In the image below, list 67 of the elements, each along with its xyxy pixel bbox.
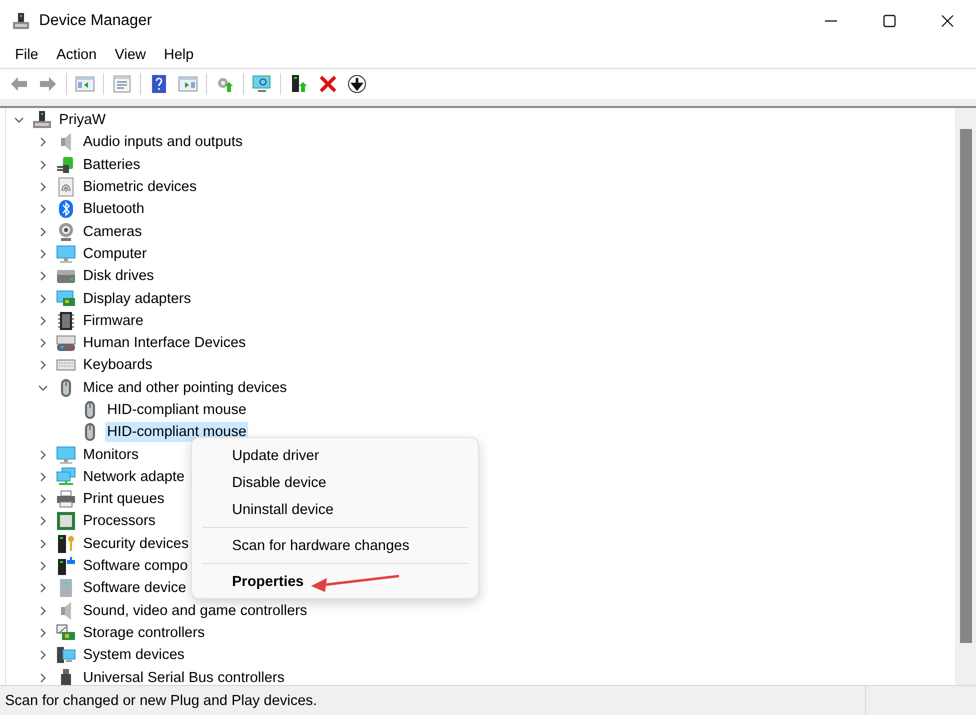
menu-item[interactable]: Help [154,47,203,63]
printer-icon [56,489,76,510]
tree-item[interactable]: Universal Serial Bus controllers [81,668,286,685]
down-arrow-circle-icon [347,74,367,94]
tree-item[interactable]: Audio inputs and outputs [81,132,245,152]
system-tower-icon [56,645,76,666]
computer-icon [12,12,30,30]
tree-item[interactable]: Monitors [81,444,141,465]
tree-item[interactable]: Biometric devices [81,177,199,198]
tree-item[interactable]: Print queues [81,489,166,510]
tree-item[interactable]: Storage controllers [81,622,207,643]
tree-item[interactable]: Mice and other pointing devices [81,378,289,398]
tree-item[interactable]: Keyboards [81,355,154,376]
properties-icon [112,74,132,94]
tree-item[interactable]: Cameras [81,222,144,242]
tree-item[interactable]: Processors [81,511,158,532]
status-text: Scan for changed or new Plug and Play devices. [4,692,318,708]
window-title: Device Manager [39,12,153,30]
fingerprint-icon [56,177,76,198]
device-upload-icon [289,74,309,94]
display-card-icon [56,288,76,309]
menu-option[interactable]: Disable device [192,469,478,496]
menu-item[interactable]: File [6,47,48,63]
network-icon [56,466,76,487]
tree-item[interactable]: Bluetooth [81,199,146,220]
tree-item[interactable]: System devices [81,645,187,666]
help-icon [149,74,169,94]
tree-item[interactable]: Security devices [81,534,191,554]
monitor-icon [56,244,76,264]
computer-icon [32,110,52,130]
tree-item[interactable]: HID-compliant mouse [105,422,248,442]
tree-item[interactable]: Software compo [81,556,190,576]
tree-item[interactable]: Display adapters [81,288,193,309]
tree-item[interactable]: Computer [81,244,149,264]
scrollbar-thumb[interactable] [960,129,972,643]
tree-item[interactable]: Disk drives [81,266,156,286]
monitor-icon [56,444,76,465]
monitor-search-icon [252,74,272,94]
chip-icon [56,310,76,331]
tree-item[interactable]: Human Interface Devices [81,333,248,354]
forward-arrow-icon [38,74,58,94]
tree-item[interactable]: Network adapte [81,466,187,487]
processor-icon [56,511,76,532]
minimize-icon [825,20,837,22]
menu-option[interactable]: Properties [192,568,478,595]
tree-item[interactable]: Sound, video and game controllers [81,600,310,621]
menu-option[interactable]: Update driver [192,442,478,469]
delete-icon [318,74,338,94]
storage-card-icon [56,622,76,643]
battery-plug-icon [56,154,76,175]
menu-item[interactable]: View [106,47,155,63]
tree-item[interactable]: Batteries [81,154,142,175]
panel-icon [75,74,95,94]
bluetooth-icon [56,199,76,220]
tree-item[interactable]: Firmware [81,310,146,331]
menu-item[interactable]: Action [47,47,106,63]
tree-item[interactable]: Software device [81,578,188,598]
tree-item[interactable]: PriyaW [57,110,108,130]
webcam-icon [56,222,76,242]
menu-option[interactable]: Scan for hardware changes [192,532,478,559]
menu-option[interactable]: Uninstall device [192,496,478,523]
device-key-icon [56,534,76,554]
device-puzzle-icon [56,556,76,576]
tree-item[interactable]: HID-compliant mouse [105,400,248,420]
panel-icon [178,74,198,94]
scrollbar[interactable] [955,108,976,685]
keyboard-gamepad-icon [56,333,76,354]
